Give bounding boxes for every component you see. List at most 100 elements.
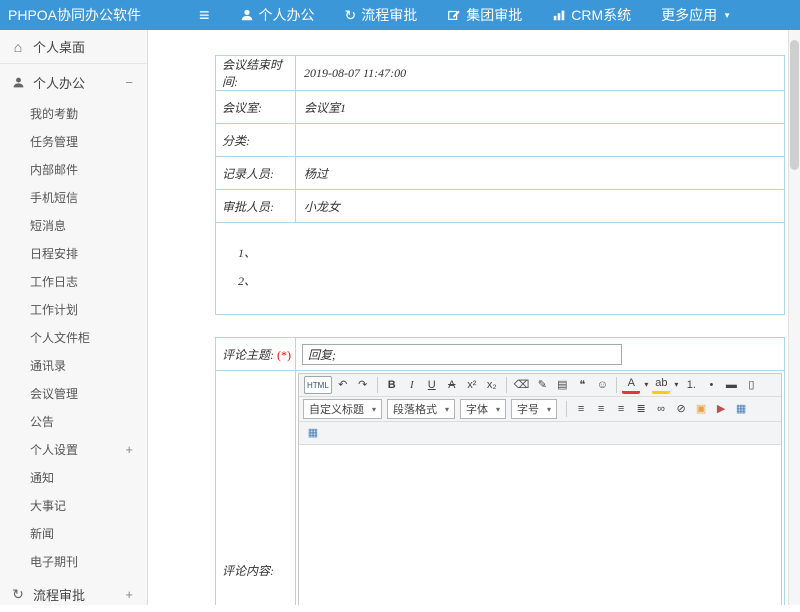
underline-button[interactable]: U	[423, 376, 441, 394]
required-mark: (*)	[277, 348, 291, 362]
sidebar-item-personal-settings[interactable]: 个人设置 +	[0, 436, 147, 464]
vertical-scrollbar-thumb[interactable]	[790, 40, 799, 170]
format-brush-button[interactable]: ✎	[533, 376, 551, 394]
new-page-button[interactable]: ▯	[742, 376, 760, 394]
italic-button[interactable]: I	[403, 376, 421, 394]
section-label: 个人办公	[33, 73, 85, 92]
sidebar: ⌂ 个人桌面 个人办公 − 我的考勤 任务管理 内部邮件 手机短信 短消息 日程…	[0, 30, 148, 605]
sidebar-item-sms[interactable]: 手机短信	[0, 184, 147, 212]
undo-button[interactable]: ↶	[334, 376, 352, 394]
collapse-toggle[interactable]: −	[125, 75, 133, 90]
save-button[interactable]: ▦	[732, 400, 750, 418]
source-button[interactable]: HTML	[304, 376, 332, 394]
media-button[interactable]: ▶	[712, 400, 730, 418]
strikethrough-button[interactable]: A	[443, 376, 461, 394]
comment-content-label: 评论内容:	[216, 371, 296, 606]
sidebar-item-work-plan[interactable]: 工作计划	[0, 296, 147, 324]
comment-content-cell: HTML ↶ ↷ B I U A x² x₂ ⌫ ✎	[296, 371, 785, 606]
hamburger-menu-icon[interactable]: ≡	[199, 0, 210, 30]
sidebar-item-label: 工作计划	[30, 303, 78, 317]
sidebar-item-label: 内部邮件	[30, 163, 78, 177]
sidebar-item-work-log[interactable]: 工作日志	[0, 268, 147, 296]
table-row: 审批人员: 小龙女	[216, 190, 785, 223]
expand-toggle[interactable]: +	[125, 436, 133, 464]
unlink-button[interactable]: ⊘	[672, 400, 690, 418]
sidebar-item-schedule[interactable]: 日程安排	[0, 240, 147, 268]
nav-more-apps[interactable]: 更多应用 ▼	[661, 5, 731, 25]
field-label: 审批人员:	[216, 190, 296, 223]
page-break-button[interactable]: ▬	[722, 376, 740, 394]
sidebar-item-label: 公告	[30, 415, 54, 429]
sidebar-item-desktop[interactable]: ⌂ 个人桌面	[0, 30, 147, 64]
chevron-down-icon: ▼	[723, 11, 731, 20]
bar-chart-icon	[552, 8, 566, 22]
nav-crm[interactable]: CRM系统	[552, 5, 631, 25]
sidebar-item-announcement[interactable]: 公告	[0, 408, 147, 436]
link-button[interactable]: ∞	[652, 400, 670, 418]
vertical-scrollbar-track[interactable]	[788, 30, 800, 605]
font-color-button[interactable]: A	[622, 376, 640, 394]
nav-label: 个人办公	[259, 5, 315, 25]
process-flow-icon: ↻	[345, 7, 357, 24]
section-label: 流程审批	[33, 585, 85, 604]
sidebar-section-personal-office[interactable]: 个人办公 −	[0, 64, 147, 100]
subscript-button[interactable]: x₂	[483, 376, 501, 394]
nav-label: 集团审批	[466, 5, 522, 25]
dropdown-label: 段落格式	[393, 401, 437, 417]
comment-subject-label: 评论主题:(*)	[216, 338, 296, 371]
sidebar-item-short-message[interactable]: 短消息	[0, 212, 147, 240]
blockquote-button[interactable]: ❝	[573, 376, 591, 394]
align-left-button[interactable]: ≡	[572, 400, 590, 418]
comment-content-editable-area[interactable]	[299, 445, 781, 605]
align-right-button[interactable]: ≡	[612, 400, 630, 418]
sidebar-item-e-journal[interactable]: 电子期刊	[0, 548, 147, 576]
sidebar-item-file-cabinet[interactable]: 个人文件柜	[0, 324, 147, 352]
font-family-dropdown[interactable]: 字体 ▾	[460, 399, 506, 419]
sidebar-item-contacts[interactable]: 通讯录	[0, 352, 147, 380]
table-row: 1、 2、	[216, 223, 785, 315]
highlight-color-button[interactable]: ab	[652, 376, 670, 394]
sidebar-item-tasks[interactable]: 任务管理	[0, 128, 147, 156]
emoticon-button[interactable]: ☺	[593, 376, 611, 394]
sidebar-item-label: 个人文件柜	[30, 331, 90, 345]
paragraph-format-dropdown[interactable]: 段落格式 ▾	[387, 399, 455, 419]
superscript-button[interactable]: x²	[463, 376, 481, 394]
redo-button[interactable]: ↷	[354, 376, 372, 394]
image-button[interactable]: ▣	[692, 400, 710, 418]
sidebar-item-internal-mail[interactable]: 内部邮件	[0, 156, 147, 184]
table-row: 记录人员: 杨过	[216, 157, 785, 190]
align-center-button[interactable]: ≡	[592, 400, 610, 418]
sidebar-item-label: 手机短信	[30, 191, 78, 205]
meeting-detail-table: 会议结束时间: 2019-08-07 11:47:00 会议室: 会议室1 分类…	[215, 55, 785, 315]
table-button[interactable]: ▦	[304, 424, 322, 442]
dropdown-caret-icon[interactable]: ▾	[642, 376, 650, 394]
unordered-list-button[interactable]: •	[702, 376, 720, 394]
font-size-dropdown[interactable]: 字号 ▾	[511, 399, 557, 419]
meeting-notes-cell: 1、 2、	[216, 223, 785, 315]
sidebar-item-meeting-management[interactable]: 会议管理	[0, 380, 147, 408]
bold-button[interactable]: B	[383, 376, 401, 394]
paste-button[interactable]: ▤	[553, 376, 571, 394]
sidebar-section-process-approval[interactable]: ↻ 流程审批 +	[0, 576, 147, 612]
sidebar-item-label: 短消息	[30, 219, 66, 233]
expand-toggle[interactable]: +	[125, 587, 133, 602]
chevron-down-icon: ▾	[547, 405, 551, 414]
sidebar-item-notice[interactable]: 通知	[0, 464, 147, 492]
sidebar-item-label: 会议管理	[30, 387, 78, 401]
heading-style-dropdown[interactable]: 自定义标题 ▾	[303, 399, 382, 419]
sidebar-item-label: 我的考勤	[30, 107, 78, 121]
sidebar-item-news[interactable]: 新闻	[0, 520, 147, 548]
sidebar-item-milestones[interactable]: 大事记	[0, 492, 147, 520]
comment-subject-input[interactable]	[302, 344, 622, 365]
comment-subject-cell	[296, 338, 785, 371]
dropdown-caret-icon[interactable]: ▾	[672, 376, 680, 394]
nav-group-approval[interactable]: 集团审批	[447, 5, 522, 25]
nav-process-approval[interactable]: ↻ 流程审批	[345, 5, 418, 25]
remove-format-button[interactable]: ⌫	[512, 376, 532, 394]
toolbar-separator	[377, 377, 378, 393]
sidebar-item-label: 大事记	[30, 499, 66, 513]
nav-personal-office[interactable]: 个人办公	[240, 5, 315, 25]
align-justify-button[interactable]: ≣	[632, 400, 650, 418]
ordered-list-button[interactable]: 1.	[682, 376, 700, 394]
sidebar-item-attendance[interactable]: 我的考勤	[0, 100, 147, 128]
